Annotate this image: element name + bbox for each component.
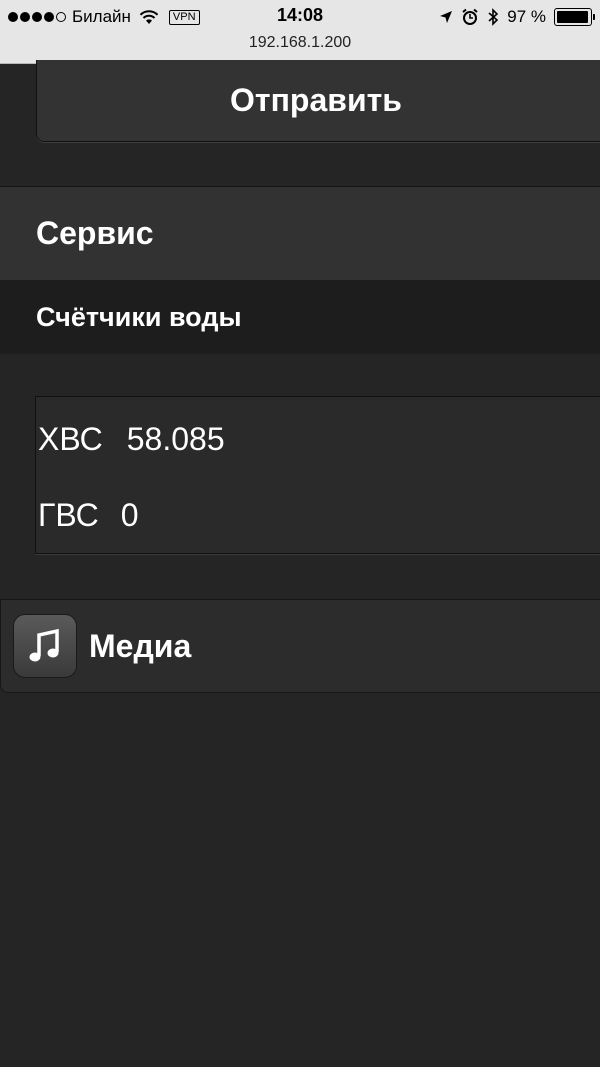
- water-meters-header: Счётчики воды: [0, 280, 600, 354]
- media-label: Медиа: [89, 627, 192, 664]
- service-section-header[interactable]: Сервис: [0, 186, 600, 280]
- alarm-clock-icon: [462, 8, 478, 25]
- hot-water-row: ГВС 0: [38, 497, 139, 534]
- water-meters-panel: ХВС 58.085 ГВС 0: [35, 396, 600, 554]
- status-bar: Билайн VPN 14:08 192.168.1.200 97 %: [0, 0, 600, 64]
- hot-water-label: ГВС: [38, 497, 99, 533]
- cold-water-label: ХВС: [38, 421, 103, 457]
- bluetooth-icon: [488, 8, 499, 26]
- send-button[interactable]: Отправить: [36, 60, 600, 142]
- status-right: 97 %: [439, 6, 595, 28]
- cold-water-row: ХВС 58.085: [38, 421, 225, 458]
- music-note-icon: [13, 614, 77, 678]
- battery-percent: 97 %: [507, 7, 546, 26]
- cold-water-value: 58.085: [126, 421, 225, 457]
- media-list-item[interactable]: Медиа: [0, 599, 600, 693]
- location-arrow-icon: [440, 11, 453, 23]
- address-bar[interactable]: 192.168.1.200: [0, 34, 600, 52]
- hot-water-value: 0: [120, 497, 139, 533]
- battery-fill: [557, 11, 589, 23]
- battery-icon: [554, 8, 595, 26]
